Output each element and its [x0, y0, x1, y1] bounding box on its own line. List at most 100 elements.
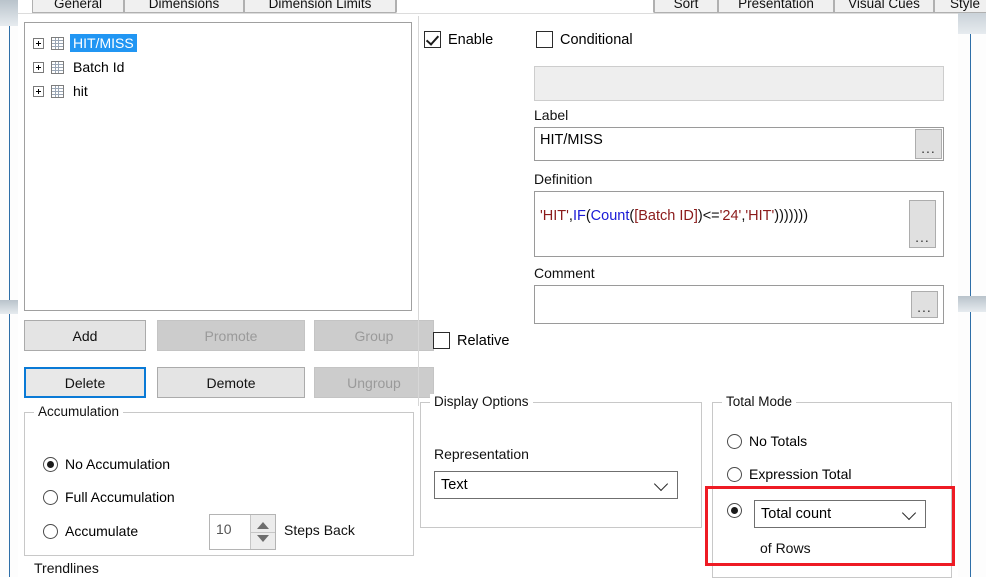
radio-label: Expression Total	[749, 466, 852, 482]
expand-icon[interactable]	[33, 85, 44, 97]
group-title: Total Mode	[722, 394, 797, 409]
button-label: Demote	[206, 374, 256, 391]
background-shade	[0, 300, 18, 314]
group-title: Display Options	[430, 394, 533, 409]
label-value: HIT/MISS	[540, 132, 603, 148]
radio-icon[interactable]	[43, 523, 58, 539]
total-count-select[interactable]: Total count	[754, 500, 926, 528]
comment-browse-button[interactable]: ...	[911, 291, 938, 318]
chevron-down-icon[interactable]	[653, 476, 669, 492]
radio-icon[interactable]	[727, 466, 742, 482]
radio-label: Full Accumulation	[65, 489, 175, 505]
promote-button[interactable]: Promote	[157, 320, 305, 351]
group-title: Accumulation	[34, 404, 124, 419]
background-shade	[0, 0, 18, 26]
tab-visual-cues[interactable]: Visual Cues	[834, 0, 934, 13]
total-count-value: Total count	[761, 506, 832, 522]
relative-checkbox[interactable]: Relative	[433, 332, 509, 349]
tab-label: Style	[949, 0, 980, 11]
group-button[interactable]: Group	[314, 320, 434, 351]
tab-expressions[interactable]	[396, 0, 654, 13]
definition-expression: 'HIT',IF(Count([Batch ID])<='24','HIT'))…	[540, 208, 809, 224]
tab-sort[interactable]: Sort	[654, 0, 718, 13]
tab-style[interactable]: Style	[934, 0, 986, 13]
tab-label: Presentation	[738, 0, 814, 11]
steps-back-stepper[interactable]: 10	[209, 514, 276, 550]
radio-no-totals[interactable]: No Totals	[727, 433, 807, 449]
label-input[interactable]: HIT/MISS ...	[534, 127, 944, 161]
radio-label: No Totals	[749, 433, 808, 449]
definition-browse-button[interactable]: ...	[909, 200, 936, 248]
list-item-label: Batch Id	[73, 59, 125, 75]
add-button[interactable]: Add	[24, 320, 146, 351]
radio-icon[interactable]	[727, 503, 742, 518]
expressions-tab-page: HIT/MISS Batch Id hit Add Promote Group …	[18, 13, 958, 578]
conditional-input[interactable]	[534, 66, 944, 101]
enable-checkbox[interactable]: Enable	[424, 31, 493, 48]
list-item[interactable]: Batch Id	[33, 56, 127, 78]
radio-icon[interactable]	[43, 489, 58, 505]
representation-label: Representation	[434, 446, 529, 462]
stepper-down-icon[interactable]	[257, 535, 269, 542]
tab-presentation[interactable]: Presentation	[718, 0, 834, 13]
expand-icon[interactable]	[33, 61, 44, 73]
radio-full-accumulation[interactable]: Full Accumulation	[43, 489, 175, 505]
radio-total-count[interactable]	[727, 503, 742, 518]
tab-general[interactable]: General	[32, 0, 124, 13]
trendlines-group-title: Trendlines	[34, 560, 99, 576]
list-item[interactable]: hit	[33, 80, 91, 102]
radio-expression-total[interactable]: Expression Total	[727, 466, 851, 482]
button-label: Delete	[64, 374, 106, 391]
representation-value: Text	[441, 477, 468, 493]
conditional-checkbox[interactable]: Conditional	[536, 31, 633, 48]
delete-button[interactable]: Delete	[24, 367, 146, 398]
steps-back-label: Steps Back	[284, 522, 355, 538]
checkbox-icon[interactable]	[433, 332, 450, 349]
button-label: Promote	[204, 327, 258, 344]
representation-select[interactable]: Text	[434, 471, 678, 499]
background-shade	[958, 296, 986, 312]
radio-accumulate[interactable]: Accumulate	[43, 523, 138, 539]
tab-label: Dimension Limits	[268, 0, 372, 11]
list-item-label: HIT/MISS	[70, 34, 137, 52]
table-icon	[51, 60, 64, 74]
checkbox-icon[interactable]	[536, 31, 553, 48]
of-rows-label: of Rows	[760, 540, 811, 556]
conditional-label: Conditional	[560, 31, 633, 48]
radio-icon[interactable]	[43, 456, 58, 472]
chevron-down-icon[interactable]	[901, 505, 917, 521]
background-app-left-edge	[0, 0, 18, 577]
button-label: Ungroup	[347, 374, 401, 391]
stepper-buttons[interactable]	[250, 515, 275, 549]
tab-label: Sort	[673, 0, 699, 11]
label-browse-button[interactable]: ...	[915, 129, 942, 159]
button-label: Add	[72, 327, 98, 344]
stepper-up-icon[interactable]	[257, 522, 269, 529]
list-item-label: hit	[73, 83, 88, 99]
tab-dimensions[interactable]: Dimensions	[124, 0, 244, 13]
ungroup-button[interactable]: Ungroup	[314, 367, 434, 398]
comment-input[interactable]: ...	[534, 285, 944, 324]
background-vertical-line	[970, 0, 971, 577]
expression-list[interactable]: HIT/MISS Batch Id hit	[24, 22, 412, 311]
table-icon	[51, 36, 64, 50]
panel-divider	[418, 16, 419, 406]
total-mode-group: Total Mode No Totals Expression Total To…	[712, 394, 952, 578]
tab-label: Dimensions	[148, 0, 220, 11]
accumulation-group: Accumulation No Accumulation Full Accumu…	[24, 404, 414, 556]
steps-back-value: 10	[216, 521, 232, 537]
tab-dimension-limits[interactable]: Dimension Limits	[244, 0, 396, 13]
display-options-group: Display Options Representation Text	[420, 394, 702, 528]
radio-icon[interactable]	[727, 433, 742, 449]
background-vertical-line	[9, 0, 10, 577]
list-item[interactable]: HIT/MISS	[33, 32, 137, 54]
tab-label: General	[53, 0, 103, 11]
demote-button[interactable]: Demote	[157, 367, 305, 398]
checkbox-icon[interactable]	[424, 31, 441, 48]
enable-label: Enable	[448, 31, 494, 48]
expand-icon[interactable]	[33, 37, 44, 49]
radio-no-accumulation[interactable]: No Accumulation	[43, 456, 170, 472]
definition-input[interactable]: 'HIT',IF(Count([Batch ID])<='24','HIT'))…	[534, 191, 944, 257]
definition-caption: Definition	[534, 171, 593, 187]
tab-label: Visual Cues	[848, 0, 920, 11]
